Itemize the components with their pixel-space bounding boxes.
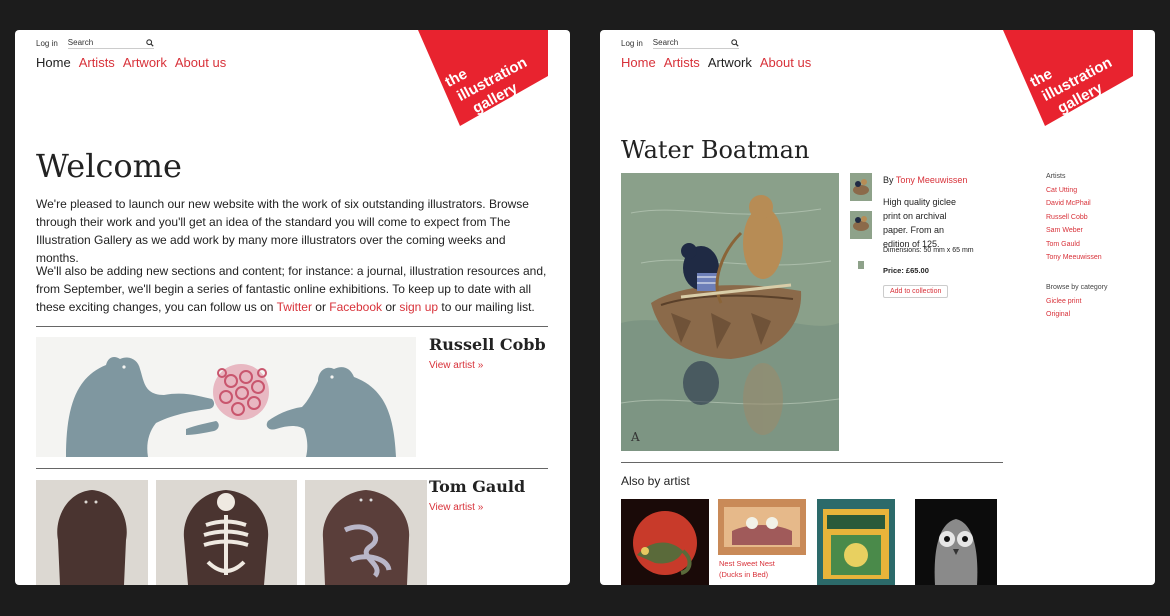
sidebar-category-link[interactable]: Original — [1046, 308, 1107, 322]
utility-bar: Log in Search — [36, 38, 154, 49]
welcome-page-panel: Log in Search Home Artists Artwork About… — [15, 30, 570, 585]
caption-line: (Ducks in Bed) — [719, 570, 769, 579]
artwork-page-panel: Log in Search Home Artists Artwork About… — [600, 30, 1155, 585]
artist-name[interactable]: Tom Gauld — [429, 477, 525, 496]
artwork-thumbnail[interactable] — [850, 173, 872, 201]
sidebar-artists: Artists Cat Utting David McPhail Russell… — [1046, 170, 1102, 265]
nav-about[interactable]: About us — [760, 55, 811, 70]
also-by-artist-thumb[interactable] — [621, 499, 709, 585]
page-title: Welcome — [36, 147, 182, 185]
search-icon[interactable] — [731, 38, 739, 47]
artwork-thumbnail[interactable] — [850, 211, 872, 239]
add-to-collection-button[interactable]: Add to collection — [883, 285, 949, 298]
search-icon[interactable] — [146, 38, 154, 47]
also-by-artist-caption[interactable]: Nest Sweet Nest (Ducks in Bed) — [719, 558, 775, 580]
tom-gauld-artwork[interactable] — [156, 480, 297, 585]
facebook-link[interactable]: Facebook — [329, 300, 382, 314]
site-logo[interactable]: the illustration gallery — [418, 30, 548, 126]
artwork-description: High quality giclee print on archival pa… — [883, 197, 957, 249]
search-placeholder: Search — [652, 38, 679, 47]
twitter-link[interactable]: Twitter — [277, 300, 312, 314]
sidebar-artists-heading: Artists — [1046, 173, 1066, 180]
view-artist-link[interactable]: View artist » — [429, 360, 483, 371]
sidebar-artist-link[interactable]: David McPhail — [1046, 197, 1102, 211]
main-nav: Home Artists Artwork About us — [36, 55, 226, 70]
artist-byline: By Tony Meeuwissen — [883, 173, 967, 187]
divider — [36, 468, 548, 469]
artist-name[interactable]: Russell Cobb — [429, 335, 546, 354]
sidebar-artist-link[interactable]: Tom Gauld — [1046, 238, 1102, 252]
also-by-artist-thumb[interactable] — [915, 499, 997, 585]
separator-or: or — [382, 300, 400, 314]
nav-artists[interactable]: Artists — [664, 55, 700, 70]
sidebar-artist-link[interactable]: Tony Meeuwissen — [1046, 251, 1102, 265]
updates-text-end: to our mailing list. — [438, 300, 535, 314]
nav-artwork[interactable]: Artwork — [708, 55, 752, 70]
login-link[interactable]: Log in — [621, 39, 643, 48]
artist-link[interactable]: Tony Meeuwissen — [896, 175, 968, 185]
search-placeholder: Search — [67, 38, 94, 47]
svg-text:A: A — [630, 430, 640, 444]
nav-artists[interactable]: Artists — [79, 55, 115, 70]
caption-line: Nest Sweet Nest — [719, 559, 775, 568]
utility-bar: Log in Search — [621, 38, 739, 49]
intro-paragraph: We're pleased to launch our new website … — [36, 197, 529, 265]
tom-gauld-artwork[interactable] — [36, 480, 148, 585]
sidebar-category-link[interactable]: Giclee print — [1046, 295, 1107, 309]
login-link[interactable]: Log in — [36, 39, 58, 48]
main-nav: Home Artists Artwork About us — [621, 55, 811, 70]
artwork-dimensions: Dimensions: 50 mm x 65 mm — [883, 247, 974, 254]
tom-gauld-artwork[interactable] — [305, 480, 427, 585]
site-logo[interactable]: the illustration gallery — [1003, 30, 1133, 126]
nav-home[interactable]: Home — [36, 55, 71, 70]
divider — [621, 462, 1003, 463]
also-by-artist-heading: Also by artist — [621, 474, 690, 488]
sidebar-category-heading: Browse by category — [1046, 284, 1108, 291]
separator-or: or — [311, 300, 330, 314]
search-input[interactable]: Search — [652, 38, 739, 49]
russell-cobb-artwork[interactable] — [36, 337, 416, 457]
view-artist-link[interactable]: View artist » — [429, 502, 483, 513]
sidebar-artist-link[interactable]: Cat Utting — [1046, 184, 1102, 198]
artwork-thumbnail[interactable] — [856, 258, 866, 270]
updates-paragraph: We'll also be adding new sections and co… — [36, 262, 551, 316]
search-input[interactable]: Search — [67, 38, 154, 49]
sidebar-artist-link[interactable]: Sam Weber — [1046, 224, 1102, 238]
main-artwork-image[interactable]: A — [621, 173, 839, 451]
sidebar-artist-link[interactable]: Russell Cobb — [1046, 211, 1102, 225]
also-by-artist-thumb[interactable] — [817, 499, 895, 585]
artwork-price: Price: £65.00 — [883, 266, 929, 275]
nav-about[interactable]: About us — [175, 55, 226, 70]
divider — [36, 326, 548, 327]
by-label: By — [883, 175, 896, 185]
signup-link[interactable]: sign up — [399, 300, 438, 314]
artwork-title: Water Boatman — [621, 136, 810, 164]
nav-home[interactable]: Home — [621, 55, 656, 70]
nav-artwork[interactable]: Artwork — [123, 55, 167, 70]
sidebar-categories: Browse by category Giclee print Original — [1046, 281, 1107, 322]
also-by-artist-thumb[interactable] — [718, 499, 806, 555]
